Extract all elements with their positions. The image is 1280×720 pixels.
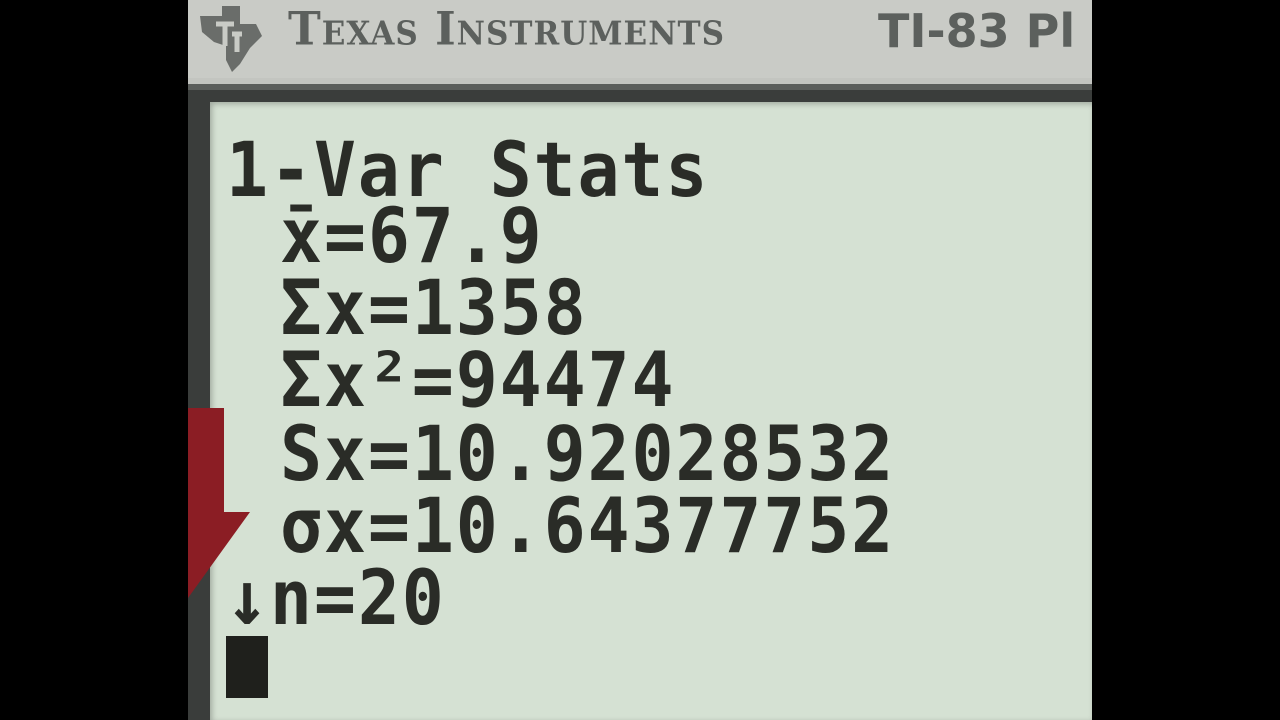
lcd-screen: 1-Var Stats x̄=67.9 Σx=1358 Σx²=94474 Sx… (210, 102, 1092, 720)
text-cursor (226, 636, 268, 698)
stat-line-count: ↓n=20 (226, 560, 446, 636)
model-name: TI-83 Pl (878, 4, 1076, 58)
stat-value: 10.64377752 (411, 481, 896, 570)
stat-value: 20 (357, 553, 446, 642)
down-arrow-icon (188, 408, 250, 598)
video-frame: Texas Instruments TI-83 Pl 1-Var Stats x… (0, 0, 1280, 720)
ti-logo-icon (200, 6, 262, 72)
brand-bar: Texas Instruments TI-83 Pl (188, 0, 1092, 78)
calculator-face: Texas Instruments TI-83 Pl 1-Var Stats x… (188, 0, 1092, 720)
brand-name: Texas Instruments (288, 2, 725, 57)
stat-line-sum-squares: Σx²=94474 (280, 342, 675, 418)
